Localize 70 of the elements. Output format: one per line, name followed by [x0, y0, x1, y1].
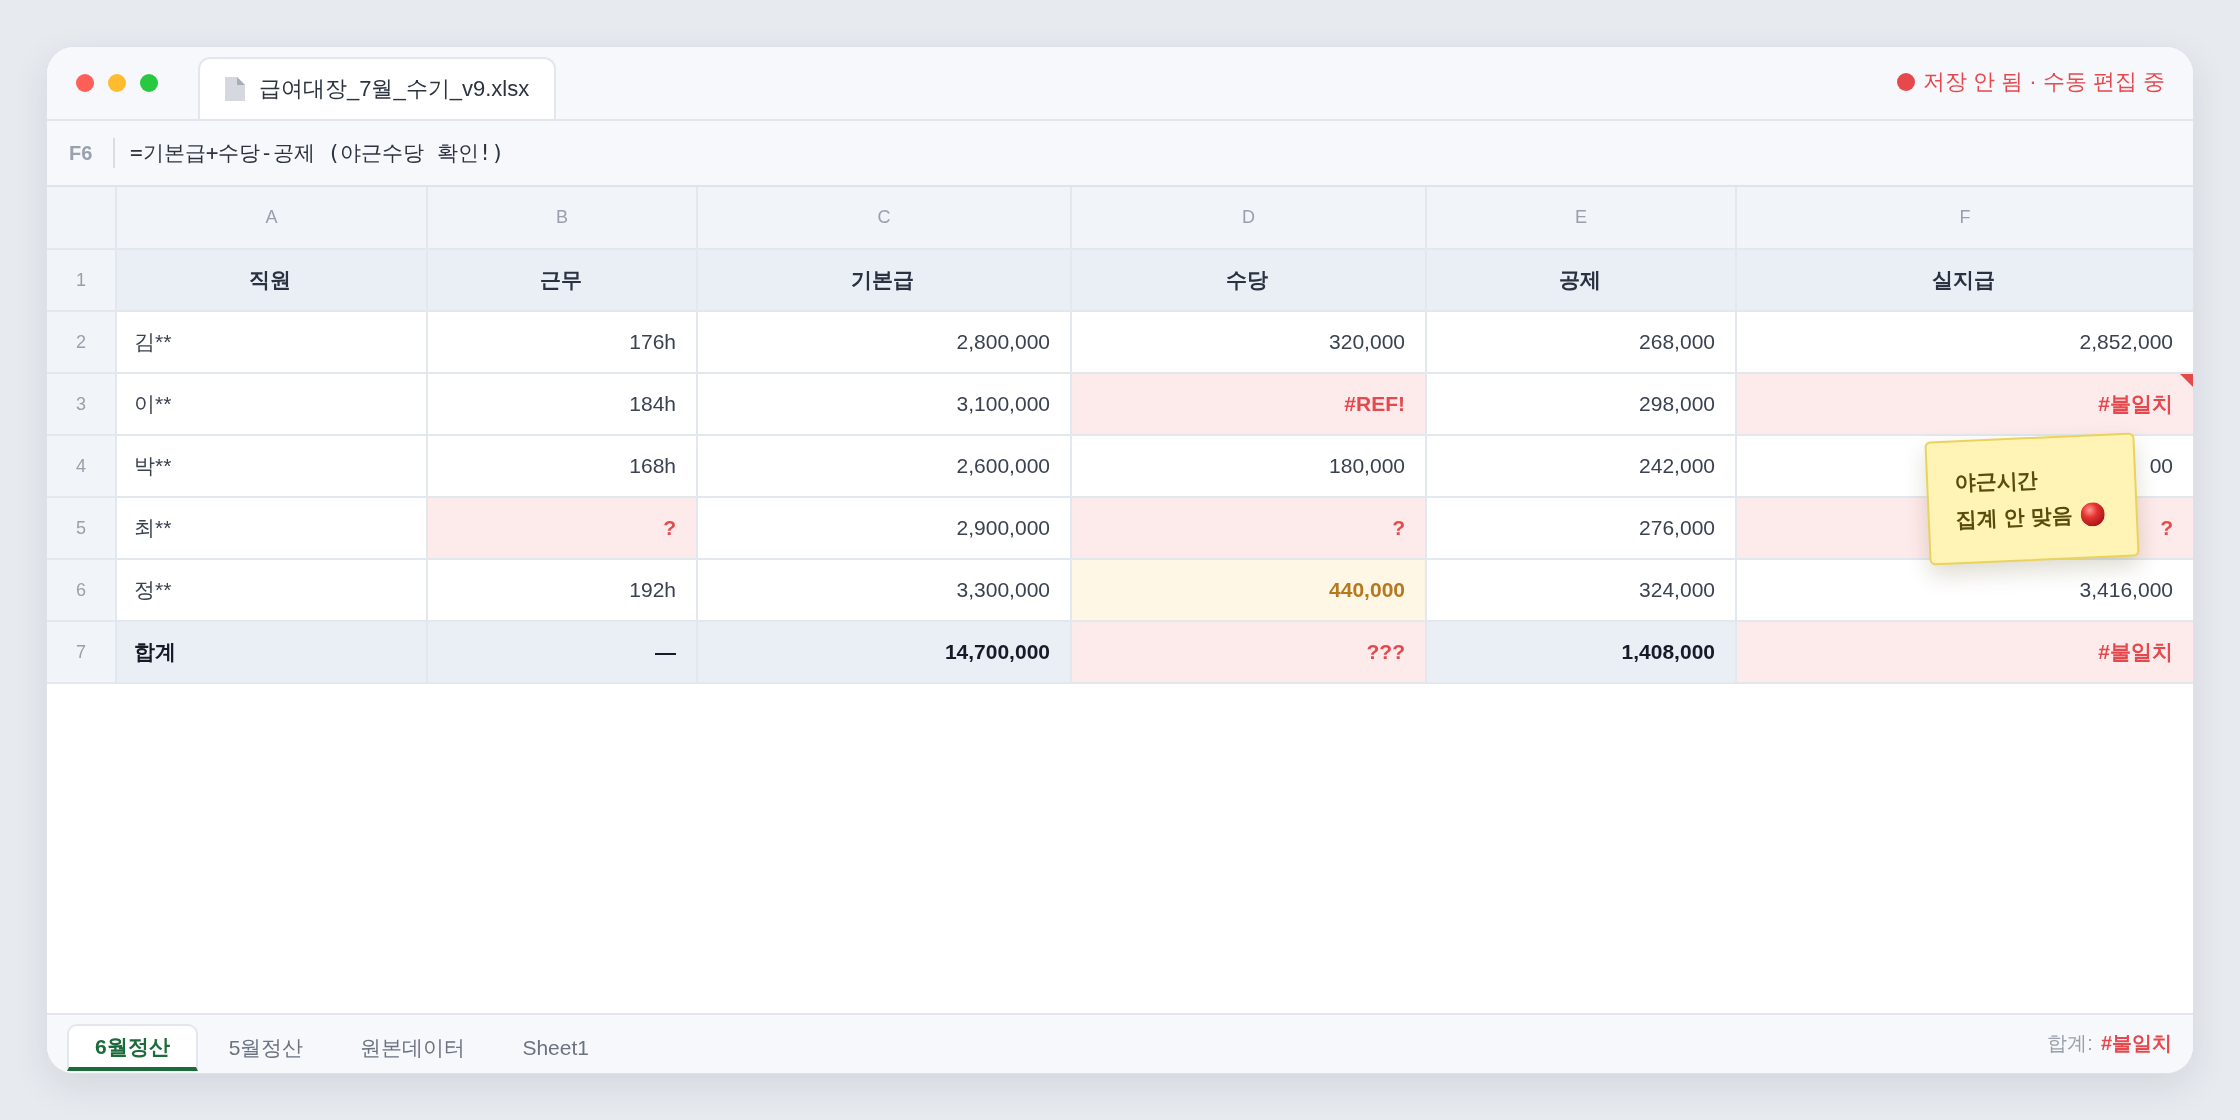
- table-cell: 268,000: [1426, 311, 1736, 373]
- table-cell: 2,800,000: [697, 311, 1071, 373]
- sheet-tab[interactable]: Sheet1: [496, 1024, 615, 1071]
- column-letter: C: [697, 187, 1071, 249]
- column-header: 수당: [1071, 249, 1426, 311]
- table-cell: 1,408,000: [1426, 621, 1736, 683]
- formula-field[interactable]: =기본급+수당-공제 (야근수당 확인!): [130, 139, 2193, 167]
- column-header: 기본급: [697, 249, 1071, 311]
- column-header: 공제: [1426, 249, 1736, 311]
- maximize-button[interactable]: [140, 74, 158, 92]
- table-cell: 242,000: [1426, 435, 1736, 497]
- status-value: #불일치: [2100, 1031, 2172, 1054]
- row-number: 7: [47, 621, 116, 683]
- table-cell: 이**: [116, 373, 427, 435]
- table-cell: ?: [1071, 497, 1426, 559]
- file-tab[interactable]: 급여대장_7월_수기_v9.xlsx: [198, 57, 557, 119]
- sheet-tab[interactable]: 6월정산: [67, 1024, 198, 1071]
- table-cell: 298,000: [1426, 373, 1736, 435]
- row-number: 4: [47, 435, 116, 497]
- table-cell: 3,300,000: [697, 559, 1071, 621]
- table-cell: 320,000: [1071, 311, 1426, 373]
- cell-reference[interactable]: F6: [69, 141, 107, 165]
- table-cell: 14,700,000: [697, 621, 1071, 683]
- alert-dot-icon: [2079, 501, 2105, 527]
- save-status: 저장 안 됨 · 수동 편집 중: [1923, 68, 2165, 96]
- table-cell: 440,000: [1071, 559, 1426, 621]
- minimize-button[interactable]: [108, 74, 126, 92]
- column-letter: D: [1071, 187, 1426, 249]
- table-cell: ???: [1071, 621, 1426, 683]
- file-icon: [225, 77, 245, 101]
- row-number: 6: [47, 559, 116, 621]
- table-cell: 최**: [116, 497, 427, 559]
- column-letter: B: [427, 187, 697, 249]
- table-cell: #REF!: [1071, 373, 1426, 435]
- table-cell: 324,000: [1426, 559, 1736, 621]
- table-cell: 3,100,000: [697, 373, 1071, 435]
- status-label: 합계:: [2047, 1031, 2093, 1054]
- column-letter: A: [116, 187, 427, 249]
- table-cell: 168h: [427, 435, 697, 497]
- sheet-tab[interactable]: 원본데이터: [334, 1024, 492, 1071]
- table-cell: 2,600,000: [697, 435, 1071, 497]
- table-cell: 3,416,000: [1736, 559, 2193, 621]
- column-header: 실지급: [1736, 249, 2193, 311]
- sheet-tab[interactable]: 5월정산: [202, 1024, 330, 1071]
- column-letter: F: [1736, 187, 2193, 249]
- table-cell: 192h: [427, 559, 697, 621]
- note-text: 야근시간: [1953, 466, 2039, 496]
- table-cell: 2,900,000: [697, 497, 1071, 559]
- table-cell: 2,852,000: [1736, 311, 2193, 373]
- table-cell: 김**: [116, 311, 427, 373]
- table-cell: 180,000: [1071, 435, 1426, 497]
- table-cell: #불일치: [1736, 621, 2193, 683]
- row-number: 1: [47, 249, 116, 311]
- note-text: 집계 안 맞음: [1955, 501, 2073, 533]
- table-cell: 276,000: [1426, 497, 1736, 559]
- table-cell: 176h: [427, 311, 697, 373]
- table-cell: 정**: [116, 559, 427, 621]
- column-header: 직원: [116, 249, 427, 311]
- column-header: 근무: [427, 249, 697, 311]
- row-number: 5: [47, 497, 116, 559]
- row-number: 2: [47, 311, 116, 373]
- row-number: 3: [47, 373, 116, 435]
- close-button[interactable]: [76, 74, 94, 92]
- column-letter: E: [1426, 187, 1736, 249]
- table-cell: 박**: [116, 435, 427, 497]
- cell-text: #불일치: [2098, 392, 2173, 415]
- table-cell: ?: [427, 497, 697, 559]
- table-cell: 184h: [427, 373, 697, 435]
- table-cell: 합계: [116, 621, 427, 683]
- table-cell: —: [427, 621, 697, 683]
